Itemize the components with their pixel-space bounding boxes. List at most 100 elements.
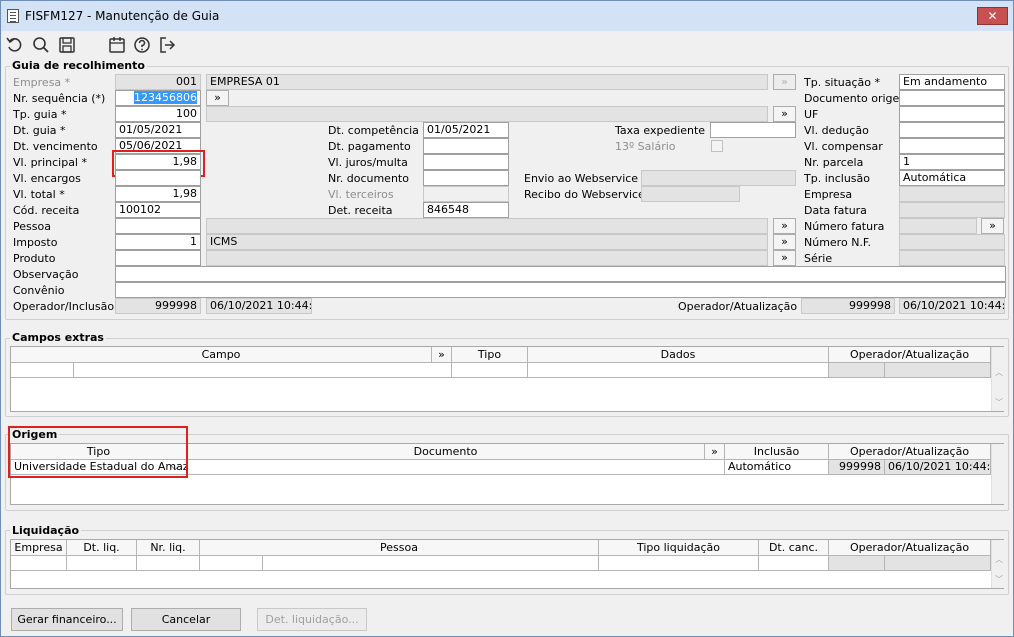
col-nr-liq[interactable]: Nr. liq. xyxy=(137,540,200,556)
close-button[interactable]: ✕ xyxy=(977,7,1008,25)
grid-cell[interactable] xyxy=(599,556,759,571)
observacao-field[interactable] xyxy=(115,266,1006,282)
grid-cell[interactable] xyxy=(528,363,829,378)
grid-cell[interactable] xyxy=(11,363,74,378)
produto-lookup-button[interactable]: » xyxy=(773,250,796,266)
tp-guia-label: Tp. guia * xyxy=(13,108,67,121)
nr-sequencia-label: Nr. sequência (*) xyxy=(13,92,106,105)
numero-fatura-lookup-button[interactable]: » xyxy=(981,218,1004,234)
grid-cell[interactable] xyxy=(200,556,263,571)
dt-pagamento-field[interactable] xyxy=(423,138,509,154)
tp-guia-field[interactable]: 100 xyxy=(115,106,201,122)
empresa-lookup-button[interactable]: » xyxy=(773,74,796,90)
col-documento[interactable]: Documento xyxy=(187,444,705,460)
origem-inclusao-cell: Automático xyxy=(725,460,829,475)
imposto-lookup-button[interactable]: » xyxy=(773,234,796,250)
imposto-code-field[interactable]: 1 xyxy=(115,234,201,250)
help-icon[interactable] xyxy=(132,35,152,55)
det-liquidacao-button[interactable]: Det. liquidação... xyxy=(257,608,367,631)
vl-encargos-field[interactable] xyxy=(115,170,201,186)
origem-documento-cell[interactable] xyxy=(187,460,725,475)
exit-icon[interactable] xyxy=(157,35,177,55)
observacao-label: Observação xyxy=(13,268,79,281)
grid-cell[interactable] xyxy=(74,363,452,378)
nr-sequencia-field[interactable]: 123456806 xyxy=(115,90,201,106)
operador-atualizacao-field: 999998 xyxy=(801,298,895,314)
liquidacao-grid: Empresa Dt. liq. Nr. liq. Pessoa Tipo li… xyxy=(10,539,1005,589)
documento-origem-field[interactable] xyxy=(899,90,1005,106)
save-icon[interactable] xyxy=(57,35,77,55)
nr-documento-field[interactable] xyxy=(423,170,509,186)
recibo-webservice-label: Recibo do Webservice xyxy=(524,188,645,201)
imposto-name-field: ICMS xyxy=(206,234,768,250)
taxa-expediente-field[interactable] xyxy=(710,122,796,138)
pessoa-code-field[interactable] xyxy=(115,218,201,234)
calendar-icon[interactable] xyxy=(107,35,127,55)
taxa-expediente-label: Taxa expediente xyxy=(615,124,706,137)
tp-guia-lookup-button[interactable]: » xyxy=(773,106,796,122)
gerar-financeiro-button[interactable]: Gerar financeiro... xyxy=(11,608,123,631)
tp-situacao-label: Tp. situação * xyxy=(804,76,881,89)
title-bar: FISFM127 - Manutenção de Guia ✕ xyxy=(1,1,1013,31)
uf-field[interactable] xyxy=(899,106,1005,122)
grid-cell[interactable] xyxy=(137,556,200,571)
operador-inclusao-field: 999998 xyxy=(115,298,201,314)
col-inclusao[interactable]: Inclusão xyxy=(725,444,829,460)
search-icon[interactable] xyxy=(31,35,51,55)
numero-nf-field xyxy=(899,234,1005,250)
col-empresa[interactable]: Empresa xyxy=(11,540,67,556)
refresh-icon[interactable] xyxy=(5,35,25,55)
col-dt-canc[interactable]: Dt. canc. xyxy=(759,540,829,556)
grid-cell xyxy=(885,363,991,378)
origem-highlight xyxy=(8,426,188,478)
col-lookup[interactable]: » xyxy=(432,347,452,363)
cod-receita-field[interactable]: 100102 xyxy=(115,202,201,218)
main-window: FISFM127 - Manutenção de Guia ✕ Guia de … xyxy=(0,0,1014,637)
col-dados[interactable]: Dados xyxy=(528,347,829,363)
col-campo[interactable]: Campo xyxy=(11,347,432,363)
campos-extras-scrollbar[interactable]: ︿ ﹀ xyxy=(991,347,1005,411)
vl-total-field[interactable]: 1,98 xyxy=(115,186,201,202)
decimo-terceiro-checkbox[interactable] xyxy=(711,140,723,152)
col-dt-liq[interactable]: Dt. liq. xyxy=(67,540,137,556)
vl-juros-multa-label: Vl. juros/multa xyxy=(328,156,408,169)
col-operador-atualizacao[interactable]: Operador/Atualização xyxy=(829,444,991,460)
grid-cell[interactable] xyxy=(67,556,137,571)
grid-cell[interactable] xyxy=(452,363,528,378)
data-atualizacao-field: 06/10/2021 10:44:36 xyxy=(899,298,1005,314)
decimo-terceiro-label: 13º Salário xyxy=(615,140,676,153)
dt-guia-field[interactable]: 01/05/2021 xyxy=(115,122,201,138)
data-inclusao-field: 06/10/2021 10:44:36 xyxy=(206,298,312,314)
documento-origem-label: Documento origem xyxy=(804,92,910,105)
col-tipo[interactable]: Tipo xyxy=(452,347,528,363)
tp-inclusao-field[interactable]: Automática xyxy=(899,170,1005,186)
grid-cell[interactable] xyxy=(759,556,829,571)
dt-vencimento-label: Dt. vencimento xyxy=(13,140,98,153)
vl-juros-multa-field[interactable] xyxy=(423,154,509,170)
col-pessoa[interactable]: Pessoa xyxy=(200,540,599,556)
serie-field xyxy=(899,250,1005,266)
origem-scrollbar[interactable] xyxy=(991,444,1005,504)
tp-situacao-field[interactable]: Em andamento xyxy=(899,74,1005,90)
vl-terceiros-label: Vl. terceiros xyxy=(328,188,394,201)
numero-fatura-label: Número fatura xyxy=(804,220,885,233)
pessoa-lookup-button[interactable]: » xyxy=(773,218,796,234)
cancelar-button[interactable]: Cancelar xyxy=(131,608,241,631)
produto-code-field[interactable] xyxy=(115,250,201,266)
det-receita-field[interactable]: 846548 xyxy=(423,202,509,218)
dt-competencia-field[interactable]: 01/05/2021 xyxy=(423,122,509,138)
vl-compensar-field[interactable] xyxy=(899,138,1005,154)
liquidacao-scrollbar[interactable]: ︿ ﹀ xyxy=(991,540,1005,588)
vl-compensar-label: Vl. compensar xyxy=(804,140,883,153)
col-lookup[interactable]: » xyxy=(705,444,725,460)
col-tipo-liquidacao[interactable]: Tipo liquidação xyxy=(599,540,759,556)
nr-parcela-field[interactable]: 1 xyxy=(899,154,1005,170)
vl-deducao-field[interactable] xyxy=(899,122,1005,138)
col-operador-atualizacao[interactable]: Operador/Atualização xyxy=(829,540,991,556)
col-operador-atualizacao[interactable]: Operador/Atualização xyxy=(829,347,991,363)
nr-sequencia-lookup-button[interactable]: » xyxy=(206,90,229,106)
grid-cell[interactable] xyxy=(11,556,67,571)
numero-nf-label: Número N.F. xyxy=(804,236,871,249)
convenio-field[interactable] xyxy=(115,282,1006,298)
grid-cell[interactable] xyxy=(263,556,599,571)
